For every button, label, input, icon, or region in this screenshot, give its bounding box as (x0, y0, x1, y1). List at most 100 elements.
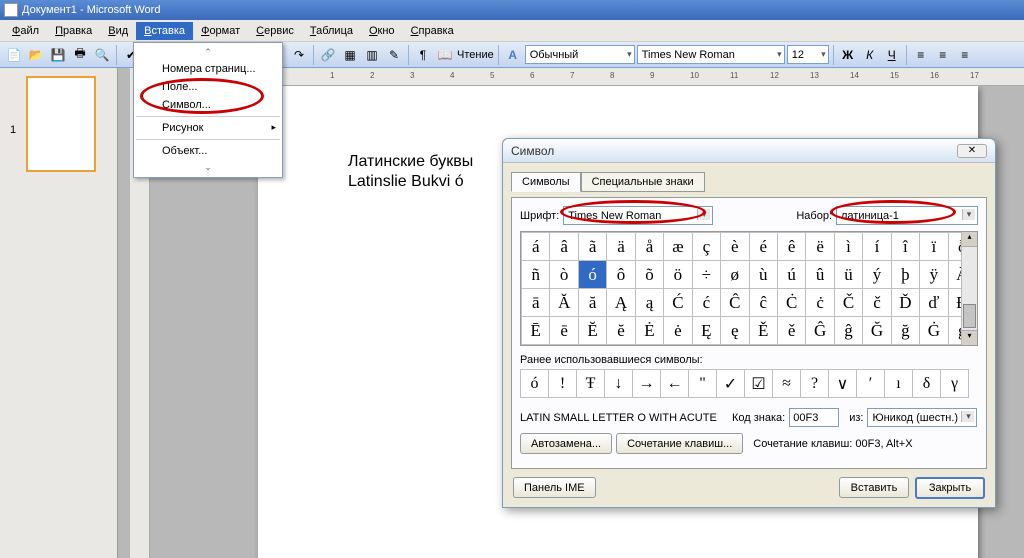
symbol-cell[interactable]: ÿ (920, 261, 948, 289)
close-button[interactable]: Закрыть (915, 477, 985, 499)
ime-panel-button[interactable]: Панель IME (513, 477, 596, 498)
symbol-cell[interactable]: Ĝ (806, 317, 834, 345)
redo-icon[interactable]: ↷ (289, 45, 309, 65)
tab-symbols[interactable]: Символы (511, 172, 581, 192)
scroll-up-icon[interactable]: ▴ (962, 232, 977, 247)
symbol-cell[interactable]: ĕ (607, 317, 635, 345)
chevron-down-icon[interactable]: ⌄ (134, 160, 282, 175)
symbol-cell[interactable]: ā (522, 289, 550, 317)
symbol-cell[interactable]: ç (692, 233, 720, 261)
symbol-cell[interactable]: Ġ (920, 317, 948, 345)
code-input[interactable]: 00F3 (789, 408, 839, 427)
recent-symbol-cell[interactable]: Ŧ (577, 370, 605, 398)
symbol-cell[interactable]: è (721, 233, 749, 261)
symbol-cell[interactable]: Ĕ (578, 317, 606, 345)
symbol-cell[interactable]: č (863, 289, 891, 317)
scroll-down-icon[interactable]: ▾ (962, 330, 977, 345)
align-center-icon[interactable]: ≡ (933, 45, 953, 65)
table-icon[interactable]: ▦ (340, 45, 360, 65)
recent-symbol-cell[interactable]: ó (521, 370, 549, 398)
symbol-cell[interactable]: ğ (891, 317, 919, 345)
symbol-cell[interactable]: Ė (635, 317, 663, 345)
save-icon[interactable]: 💾 (48, 45, 68, 65)
symbol-cell[interactable]: ä (607, 233, 635, 261)
menu-вид[interactable]: Вид (100, 22, 136, 40)
preview-icon[interactable]: 🔍 (92, 45, 112, 65)
print-icon[interactable]: 🖶 (70, 45, 90, 65)
symbol-cell[interactable]: û (806, 261, 834, 289)
menu-правка[interactable]: Правка (47, 22, 100, 40)
symbol-cell[interactable]: ē (550, 317, 578, 345)
autocorrect-button[interactable]: Автозамена... (520, 433, 612, 454)
symbol-cell[interactable]: ü (834, 261, 862, 289)
recent-symbol-cell[interactable]: ı (885, 370, 913, 398)
menu-формат[interactable]: Формат (193, 22, 248, 40)
symbol-cell[interactable]: Ę (692, 317, 720, 345)
scroll-thumb[interactable] (963, 304, 976, 328)
recent-symbol-cell[interactable]: ← (661, 370, 689, 398)
close-icon[interactable]: ✕ (957, 144, 987, 158)
symbol-cell[interactable]: ĝ (834, 317, 862, 345)
menu-таблица[interactable]: Таблица (302, 22, 361, 40)
symbol-cell[interactable]: ê (777, 233, 805, 261)
menu-окно[interactable]: Окно (361, 22, 403, 40)
menu-item[interactable]: Символ... (134, 96, 282, 114)
dialog-subset-select[interactable]: латиница-1 (836, 206, 978, 225)
menu-item[interactable]: Поле... (134, 78, 282, 96)
symbol-cell[interactable]: ė (664, 317, 692, 345)
menu-файл[interactable]: Файл (4, 22, 47, 40)
align-right-icon[interactable]: ≡ (955, 45, 975, 65)
symbol-cell[interactable]: Ğ (863, 317, 891, 345)
menu-item[interactable]: Объект... (134, 142, 282, 160)
symbol-cell[interactable]: ě (777, 317, 805, 345)
symbol-cell[interactable]: ó (578, 261, 606, 289)
dialog-titlebar[interactable]: Символ ✕ (503, 139, 995, 163)
symbol-cell[interactable]: ÷ (692, 261, 720, 289)
symbol-cell[interactable]: ď (920, 289, 948, 317)
symbol-cell[interactable]: Č (834, 289, 862, 317)
symbol-cell[interactable]: Ă (550, 289, 578, 317)
reading-label[interactable]: Чтение (457, 49, 494, 61)
menu-вставка[interactable]: Вставка (136, 22, 193, 40)
symbol-cell[interactable]: ã (578, 233, 606, 261)
size-select[interactable]: 12 (787, 45, 829, 64)
symbol-cell[interactable]: ñ (522, 261, 550, 289)
symbol-cell[interactable]: ì (834, 233, 862, 261)
symbol-cell[interactable]: ù (749, 261, 777, 289)
tab-special[interactable]: Специальные знаки (581, 172, 705, 192)
font-select[interactable]: Times New Roman (637, 45, 785, 64)
symbol-cell[interactable]: ë (806, 233, 834, 261)
symbol-cell[interactable]: Ē (522, 317, 550, 345)
menu-item[interactable]: Рисунок (134, 119, 282, 137)
recent-symbol-cell[interactable]: ↓ (605, 370, 633, 398)
grid-scrollbar[interactable]: ▴ ▾ (961, 232, 977, 345)
symbol-cell[interactable]: â (550, 233, 578, 261)
drawing-icon[interactable]: ✎ (384, 45, 404, 65)
menu-item[interactable]: Номера страниц... (134, 60, 282, 78)
recent-symbol-cell[interactable]: " (689, 370, 717, 398)
symbol-cell[interactable]: á (522, 233, 550, 261)
recent-symbol-cell[interactable]: ? (801, 370, 829, 398)
recent-symbol-cell[interactable]: ✓ (717, 370, 745, 398)
insert-button[interactable]: Вставить (839, 477, 909, 498)
symbol-cell[interactable]: ö (664, 261, 692, 289)
symbol-cell[interactable]: ô (607, 261, 635, 289)
reading-icon[interactable]: 📖 (435, 45, 455, 65)
recent-symbol-cell[interactable]: ′ (857, 370, 885, 398)
menu-справка[interactable]: Справка (403, 22, 462, 40)
symbol-cell[interactable]: ò (550, 261, 578, 289)
underline-icon[interactable]: Ч (882, 45, 902, 65)
symbol-cell[interactable]: å (635, 233, 663, 261)
menu-сервис[interactable]: Сервис (248, 22, 302, 40)
symbol-cell[interactable]: Ě (749, 317, 777, 345)
show-marks-icon[interactable]: ¶ (413, 45, 433, 65)
symbol-cell[interactable]: Ĉ (721, 289, 749, 317)
recent-symbol-cell[interactable]: → (633, 370, 661, 398)
chevron-up-icon[interactable]: ⌃ (134, 45, 282, 60)
symbol-cell[interactable]: í (863, 233, 891, 261)
align-left-icon[interactable]: ≡ (911, 45, 931, 65)
style-select[interactable]: Обычный (525, 45, 635, 64)
symbol-cell[interactable]: ę (721, 317, 749, 345)
recent-symbol-cell[interactable]: δ (913, 370, 941, 398)
symbol-cell[interactable]: Ą (607, 289, 635, 317)
